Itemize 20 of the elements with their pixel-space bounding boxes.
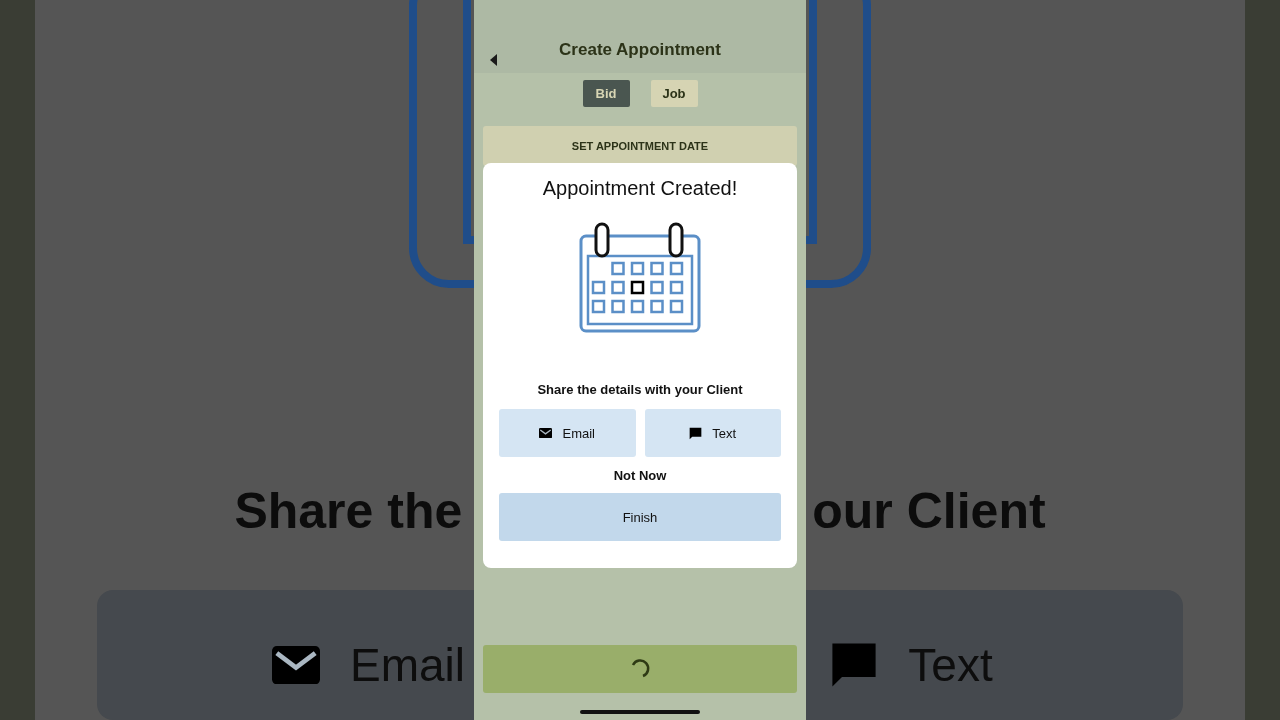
backdrop-label: Email <box>350 638 465 692</box>
finish-button[interactable]: Finish <box>499 493 781 541</box>
calendar-icon <box>579 222 701 334</box>
backdrop-heading: Share the <box>234 482 463 540</box>
chat-bubble-icon <box>689 426 703 440</box>
backdrop-heading: our Client <box>812 482 1046 540</box>
section-title: SET APPOINTMENT DATE <box>571 140 709 154</box>
share-button[interactable]: Text <box>644 409 781 457</box>
share-button[interactable]: Email <box>499 409 636 457</box>
share-prompt: Share the details with your Client <box>537 382 743 397</box>
chat-bubble-icon <box>830 641 879 689</box>
not-now-link[interactable]: Not Now <box>613 468 667 483</box>
tab[interactable]: Bid <box>582 80 630 107</box>
tab[interactable]: Job <box>650 80 698 107</box>
dialog-title: Appointment Created! <box>542 177 738 200</box>
screen-title: Create Appointment <box>559 40 721 60</box>
backdrop-label: Text <box>908 638 993 692</box>
envelope-icon <box>539 427 553 439</box>
back-icon[interactable] <box>490 54 497 66</box>
envelope-icon <box>272 645 320 685</box>
